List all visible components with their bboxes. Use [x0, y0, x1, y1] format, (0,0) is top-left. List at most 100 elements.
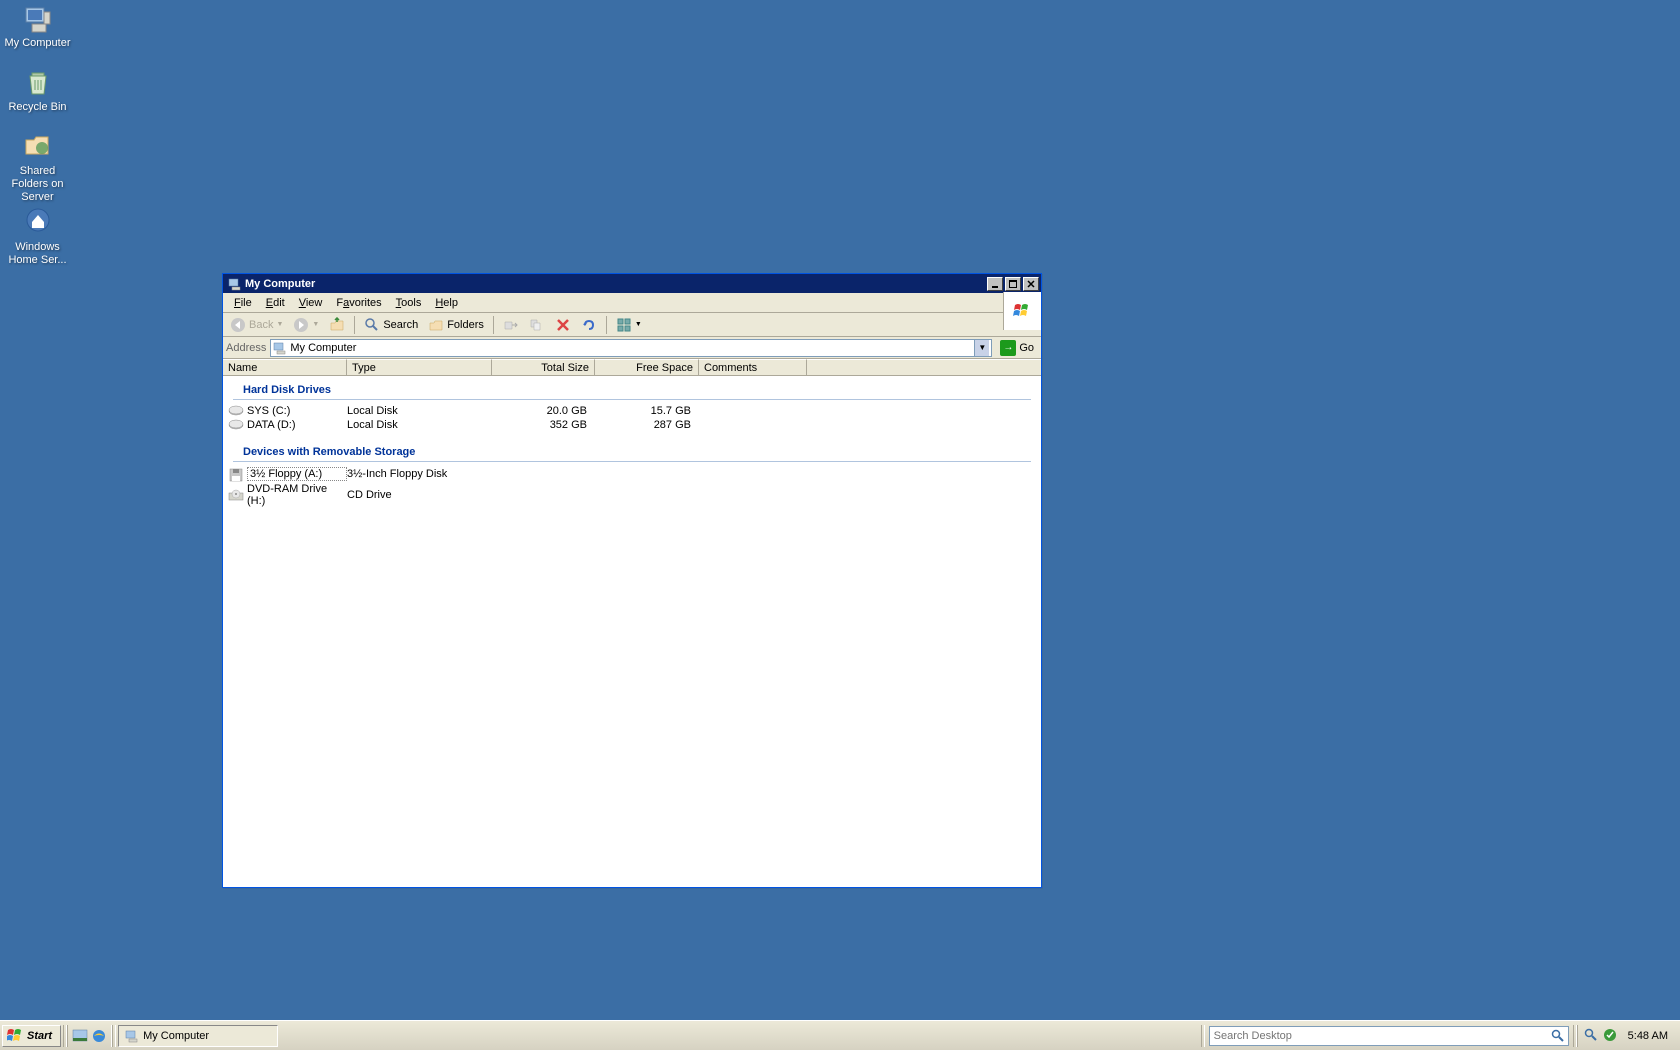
go-label: Go — [1019, 342, 1034, 354]
separator — [493, 316, 494, 334]
dropdown-icon: ▼ — [635, 321, 642, 328]
drive-free: 15.7 GB — [595, 405, 699, 417]
menu-view[interactable]: View — [292, 295, 330, 311]
titlebar[interactable]: My Computer — [223, 274, 1041, 293]
explorer-window: My Computer File Edit View Favorites Too… — [222, 273, 1042, 888]
up-button[interactable] — [325, 315, 349, 335]
address-dropdown-icon[interactable]: ▼ — [974, 340, 989, 356]
search-button[interactable]: Search — [360, 315, 422, 335]
separator — [354, 316, 355, 334]
drive-size: 20.0 GB — [492, 405, 595, 417]
computer-icon — [22, 2, 54, 34]
quick-launch — [67, 1025, 112, 1047]
separator — [1201, 1025, 1205, 1047]
search-desktop-input[interactable] — [1210, 1028, 1548, 1044]
floppy-icon — [228, 468, 244, 480]
column-spacer[interactable] — [807, 359, 1041, 375]
desktop-icon-windows-home-server[interactable]: Windows Home Ser... — [0, 206, 75, 267]
recycle-bin-icon — [22, 66, 54, 98]
column-comments[interactable]: Comments — [699, 359, 807, 375]
dropdown-icon: ▼ — [312, 321, 319, 328]
views-button[interactable]: ▼ — [612, 315, 646, 335]
address-bar: Address My Computer ▼ → Go — [223, 337, 1041, 359]
drive-row[interactable]: SYS (C:) Local Disk 20.0 GB 15.7 GB — [223, 404, 1041, 418]
group-header-hard-disk: Hard Disk Drives — [233, 378, 1031, 400]
drive-row[interactable]: DATA (D:) Local Disk 352 GB 287 GB — [223, 418, 1041, 432]
undo-button[interactable] — [577, 315, 601, 335]
cd-drive-icon — [228, 489, 244, 501]
taskbar-item-my-computer[interactable]: My Computer — [118, 1025, 278, 1047]
toolbar: Back ▼ ▼ Search Folders ▼ — [223, 313, 1041, 337]
desktop-icon-shared-folders[interactable]: Shared Folders on Server — [0, 130, 75, 205]
show-desktop-icon[interactable] — [72, 1028, 88, 1044]
column-type[interactable]: Type — [347, 359, 492, 375]
go-icon: → — [1000, 340, 1016, 356]
desktop-icon-label: Recycle Bin — [0, 101, 75, 114]
search-icon[interactable] — [1548, 1029, 1568, 1043]
copy-to-icon — [529, 317, 545, 333]
desktop-icon-recycle-bin[interactable]: Recycle Bin — [0, 66, 75, 114]
desktop-icon-label: Windows Home Ser... — [0, 241, 75, 267]
dropdown-icon: ▼ — [276, 321, 283, 328]
delete-icon — [555, 317, 571, 333]
maximize-button[interactable] — [1005, 277, 1021, 291]
go-button[interactable]: → Go — [996, 339, 1038, 357]
desktop-icon-label: Shared Folders on Server — [0, 165, 75, 205]
separator — [606, 316, 607, 334]
drive-row[interactable]: 3½ Floppy (A:) 3½-Inch Floppy Disk — [223, 466, 1041, 482]
desktop-icon-my-computer[interactable]: My Computer — [0, 2, 75, 50]
forward-button[interactable]: ▼ — [289, 315, 323, 335]
start-button[interactable]: Start — [2, 1025, 61, 1047]
tray-status-icon[interactable] — [1603, 1028, 1619, 1044]
delete-button[interactable] — [551, 315, 575, 335]
content-area: Hard Disk Drives SYS (C:) Local Disk 20.… — [223, 376, 1041, 887]
copy-to-button[interactable] — [525, 315, 549, 335]
back-icon — [230, 317, 246, 333]
drive-type: Local Disk — [347, 419, 492, 431]
folders-button[interactable]: Folders — [424, 315, 488, 335]
menu-tools[interactable]: Tools — [389, 295, 429, 311]
move-to-button[interactable] — [499, 315, 523, 335]
drive-name: DVD-RAM Drive (H:) — [247, 483, 347, 507]
desktop-icon-label: My Computer — [0, 37, 75, 50]
menu-edit[interactable]: Edit — [259, 295, 292, 311]
back-label: Back — [249, 319, 273, 331]
computer-icon — [125, 1029, 139, 1043]
drive-row[interactable]: DVD-RAM Drive (H:) CD Drive — [223, 482, 1041, 508]
drive-name: SYS (C:) — [247, 405, 347, 417]
search-desktop[interactable] — [1209, 1026, 1569, 1046]
ie-icon[interactable] — [91, 1028, 107, 1044]
home-server-icon — [22, 206, 54, 238]
undo-icon — [581, 317, 597, 333]
menu-file[interactable]: File — [227, 295, 259, 311]
window-title: My Computer — [245, 278, 985, 290]
windows-logo-icon — [1003, 292, 1041, 330]
shared-folder-icon — [22, 130, 54, 162]
search-icon — [364, 317, 380, 333]
minimize-button[interactable] — [987, 277, 1003, 291]
drive-type: 3½-Inch Floppy Disk — [347, 468, 492, 480]
group-header-removable: Devices with Removable Storage — [233, 440, 1031, 462]
column-name[interactable]: Name — [223, 359, 347, 375]
folder-up-icon — [329, 317, 345, 333]
tray-search-icon[interactable] — [1584, 1028, 1600, 1044]
drive-size: 352 GB — [492, 419, 595, 431]
system-tray: 5:48 AM — [1577, 1025, 1680, 1047]
start-label: Start — [27, 1030, 52, 1042]
drive-free: 287 GB — [595, 419, 699, 431]
menu-help[interactable]: Help — [428, 295, 465, 311]
column-free-space[interactable]: Free Space — [595, 359, 699, 375]
taskbar: Start My Computer 5:48 AM — [0, 1020, 1680, 1050]
back-button[interactable]: Back ▼ — [226, 315, 287, 335]
separator — [112, 1025, 116, 1047]
windows-logo-icon — [7, 1028, 23, 1044]
close-button[interactable] — [1023, 277, 1039, 291]
search-label: Search — [383, 319, 418, 331]
menu-favorites[interactable]: Favorites — [329, 295, 388, 311]
clock[interactable]: 5:48 AM — [1622, 1030, 1674, 1042]
address-field[interactable]: My Computer ▼ — [270, 339, 992, 357]
address-label: Address — [226, 342, 266, 354]
taskbar-item-label: My Computer — [143, 1030, 209, 1042]
column-total-size[interactable]: Total Size — [492, 359, 595, 375]
views-icon — [616, 317, 632, 333]
